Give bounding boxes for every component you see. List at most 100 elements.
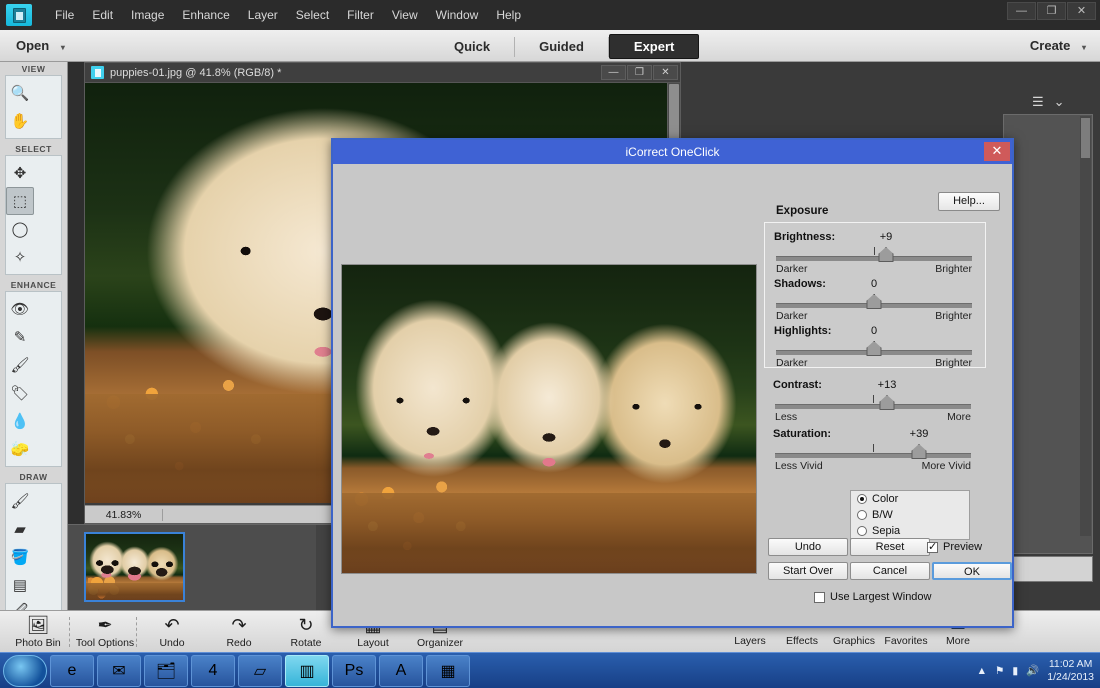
menu-item-view[interactable]: View (383, 4, 427, 26)
restore-button[interactable]: ❐ (1037, 2, 1066, 20)
bottom-undo-button[interactable]: ↶ Undo (140, 613, 204, 650)
slider-thumb-highlights[interactable] (866, 341, 882, 356)
open-button[interactable]: Open ▾ (16, 38, 65, 53)
signal-strength-icon[interactable]: ▮ (1012, 665, 1018, 677)
taskbar-nero-icon[interactable]: 4 (191, 654, 235, 687)
quick-selection-tool-icon[interactable]: ✧ (6, 243, 34, 271)
taskbar-windows-explorer-icon[interactable]: 🗂 (144, 654, 188, 687)
menu-item-help[interactable]: Help (487, 4, 530, 26)
taskbar-clock[interactable]: 11:02 AM 1/24/2013 (1047, 658, 1094, 684)
ok-button[interactable]: OK (932, 562, 1012, 580)
hand-tool-icon[interactable]: ✋ (6, 107, 34, 135)
menu-item-select[interactable]: Select (287, 4, 338, 26)
zoom-level-value[interactable]: 41.83% (85, 508, 163, 521)
taskbar-calculator-icon[interactable]: ▦ (426, 654, 470, 687)
color-mode-radio-group[interactable]: Color B/W Sepia (850, 490, 970, 540)
paint-bucket-tool-icon[interactable]: 🪣 (6, 543, 34, 571)
gradient-tool-icon[interactable]: ▤ (6, 571, 34, 599)
slider-thumb-contrast[interactable] (879, 395, 895, 410)
edit-mode-tabs[interactable]: Quick Guided Expert (430, 34, 700, 59)
bottom-photo-bin-button[interactable]: 🖼 Photo Bin (6, 613, 70, 650)
reset-button[interactable]: Reset (850, 538, 930, 556)
document-title-bar: puppies-01.jpg @ 41.8% (RGB/8) * — ❐ ✕ (85, 63, 680, 83)
undo-icon: ↶ (164, 614, 180, 635)
taskbar-internet-explorer-icon[interactable]: e (50, 654, 94, 687)
toolbar-separator (136, 617, 137, 647)
taskbar-photoshop-icon[interactable]: Ps (332, 654, 376, 687)
radio-label: Color (872, 493, 899, 505)
sponge-tool-icon[interactable]: 🧽 (6, 435, 34, 463)
dialog-close-button[interactable]: ✕ (984, 142, 1010, 161)
create-button[interactable]: Create ▾ (1030, 38, 1086, 53)
eraser-tool-icon[interactable]: ▰ (6, 515, 34, 543)
document-window-controls[interactable]: — ❐ ✕ (601, 65, 680, 80)
slider-max-label-shadows: Brighter (935, 310, 972, 322)
panel-scrollbar-thumb[interactable] (1081, 118, 1090, 158)
menu-item-layer[interactable]: Layer (239, 4, 287, 26)
photo-bin-thumbnail[interactable] (84, 532, 185, 602)
preview-checkbox-box[interactable] (927, 540, 938, 553)
radio-dot[interactable] (857, 510, 867, 520)
taskbar-photoshop-elements-icon[interactable]: ▥ (285, 654, 329, 687)
menu-item-window[interactable]: Window (427, 4, 488, 26)
panel-menu-icon[interactable]: ☰ (1032, 94, 1044, 110)
slider-track-saturation[interactable] (775, 453, 971, 458)
use-largest-window-checkbox[interactable]: Use Largest Window (814, 591, 932, 603)
move-tool-icon[interactable]: ✥ (6, 159, 34, 187)
healing-brush-tool-icon[interactable]: ✎ (6, 323, 34, 351)
menu-item-enhance[interactable]: Enhance (173, 4, 238, 26)
slider-thumb-saturation[interactable] (911, 444, 927, 459)
slider-thumb-brightness[interactable] (878, 247, 894, 262)
tool-palette[interactable]: VIEW🔍✋SELECT✥⬚◯✧ENHANCE👁✎🖌🏷💧🧽DRAW🖌▰🪣▤🖉✦T… (0, 62, 68, 688)
menu-item-image[interactable]: Image (122, 4, 173, 26)
redo-icon: ↷ (231, 614, 247, 635)
menu-item-filter[interactable]: Filter (338, 4, 383, 26)
slider-thumb-shadows[interactable] (866, 294, 882, 309)
app-window-controls[interactable]: — ❐ ✕ (1007, 2, 1096, 20)
panel-vertical-scrollbar[interactable] (1080, 116, 1091, 537)
bottom-redo-button[interactable]: ↷ Redo (207, 613, 271, 650)
bottom-tool-options-button[interactable]: ✒ Tool Options (73, 613, 137, 650)
windows-start-orb-icon[interactable] (3, 654, 47, 687)
preview-checkbox[interactable]: Preview (927, 540, 982, 553)
panel-header-controls[interactable]: ☰ ⌄ (1032, 92, 1092, 112)
lasso-tool-icon[interactable]: ◯ (6, 215, 34, 243)
tab-guided[interactable]: Guided (515, 35, 608, 58)
radio-dot[interactable] (857, 526, 867, 536)
menu-item-file[interactable]: File (46, 4, 83, 26)
tab-quick[interactable]: Quick (430, 35, 514, 58)
taskbar-windows-mail-icon[interactable]: ✉ (97, 654, 141, 687)
radio-dot[interactable] (857, 494, 867, 504)
minimize-button[interactable]: — (1007, 2, 1036, 20)
document-maximize-button[interactable]: ❐ (627, 65, 652, 80)
help-button[interactable]: Help... (938, 192, 1000, 211)
radio-b-w[interactable]: B/W (851, 507, 969, 523)
volume-icon[interactable]: 🔊 (1026, 664, 1039, 677)
network-icon[interactable]: ⚑ (995, 665, 1004, 677)
zoom-tool-icon[interactable]: 🔍 (6, 79, 34, 107)
slider-track-brightness[interactable] (776, 256, 972, 261)
rectangular-marquee-tool-icon[interactable]: ⬚ (6, 187, 34, 215)
document-close-button[interactable]: ✕ (653, 65, 678, 80)
radio-color[interactable]: Color (851, 491, 969, 507)
slider-track-contrast[interactable] (775, 404, 971, 409)
use-largest-window-checkbox-box[interactable] (814, 591, 825, 603)
show-hidden-icons-icon[interactable]: ▲ (977, 665, 987, 677)
radio-sepia[interactable]: Sepia (851, 523, 969, 539)
undo-button[interactable]: Undo (768, 538, 848, 556)
bottom-rotate-button[interactable]: ↻ Rotate (274, 613, 338, 650)
start-over-button[interactable]: Start Over (768, 562, 848, 580)
brush-tool-icon[interactable]: 🖌 (6, 487, 34, 515)
clone-stamp-tool-icon[interactable]: 🏷 (6, 379, 34, 407)
blur-tool-icon[interactable]: 💧 (6, 407, 34, 435)
close-button[interactable]: ✕ (1067, 2, 1096, 20)
document-minimize-button[interactable]: — (601, 65, 626, 80)
menu-item-edit[interactable]: Edit (83, 4, 122, 26)
smart-brush-tool-icon[interactable]: 🖌 (6, 351, 34, 379)
taskbar-media-center-icon[interactable]: ▱ (238, 654, 282, 687)
taskbar-adobe-reader-icon[interactable]: A (379, 654, 423, 687)
tab-expert[interactable]: Expert (608, 34, 700, 59)
red-eye-removal-tool-icon[interactable]: 👁 (6, 295, 34, 323)
cancel-button[interactable]: Cancel (850, 562, 930, 580)
chevron-down-icon[interactable]: ⌄ (1054, 94, 1065, 110)
